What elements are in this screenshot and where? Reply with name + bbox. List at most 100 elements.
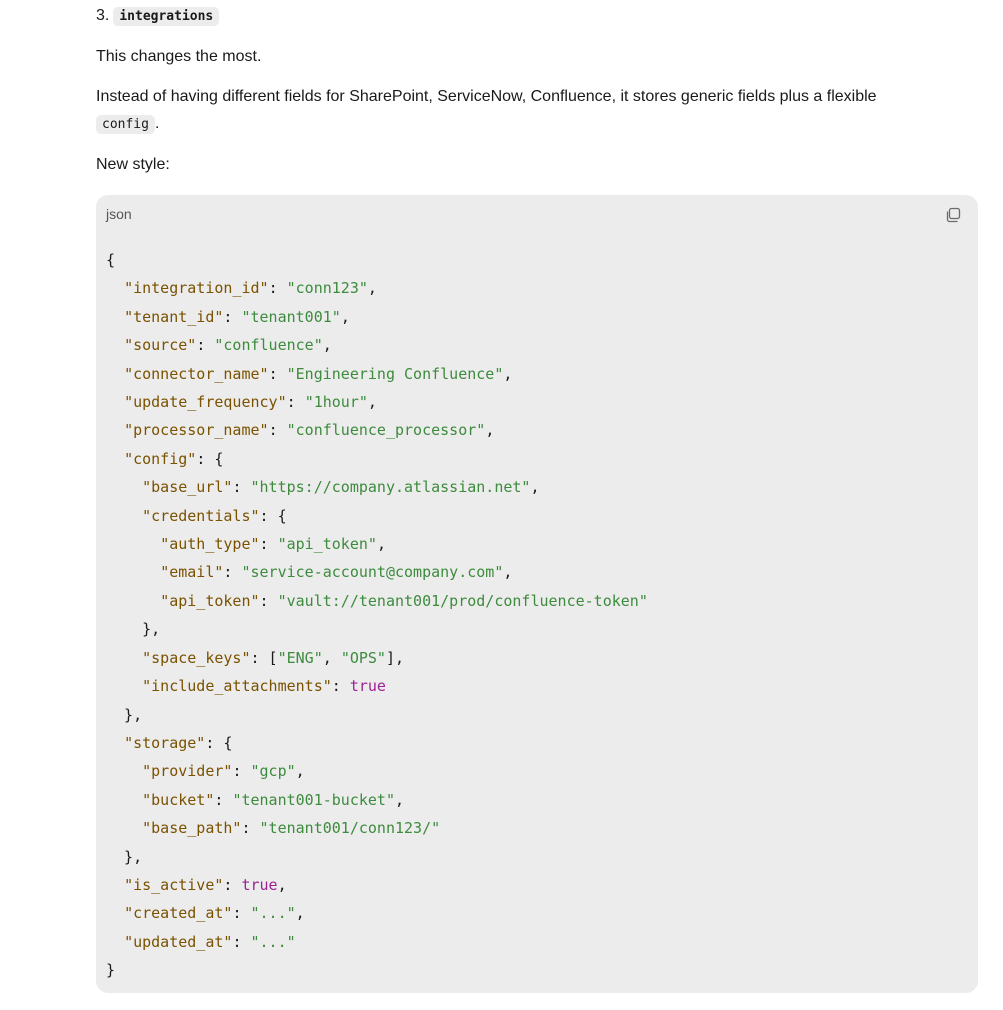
code-line: "space_keys": ["ENG", "OPS"], — [106, 644, 648, 672]
code-string-token: "tenant001" — [241, 307, 341, 326]
code-key-token: "base_url" — [142, 478, 233, 497]
code-key-token: "include_attachments" — [142, 677, 332, 696]
code-punctuation-token: : — [268, 279, 287, 298]
code-line: "tenant_id": "tenant001", — [106, 303, 648, 331]
code-content: { "integration_id": "conn123", "tenant_i… — [106, 246, 648, 985]
code-key-token: "bucket" — [142, 790, 215, 809]
code-line: { — [106, 246, 648, 274]
heading-inline-code: integrations — [113, 6, 220, 26]
code-punctuation-token — [106, 904, 124, 922]
code-line: "processor_name": "confluence_processor"… — [106, 416, 648, 444]
code-punctuation-token: : — [223, 875, 242, 894]
code-key-token: "base_path" — [142, 819, 242, 838]
code-line: "is_active": true, — [106, 871, 648, 899]
code-line: "provider": "gcp", — [106, 757, 648, 785]
code-key-token: "provider" — [142, 762, 233, 781]
code-key-token: "processor_name" — [124, 421, 269, 440]
code-punctuation-token — [106, 365, 124, 383]
code-key-token: "auth_type" — [160, 535, 260, 554]
code-punctuation-token — [106, 791, 142, 809]
code-string-token: "conn123" — [286, 279, 368, 298]
code-punctuation-token: }, — [106, 847, 143, 866]
code-punctuation-token: } — [106, 961, 116, 980]
code-punctuation-token — [106, 478, 142, 496]
code-string-token: "tenant001/conn123/" — [259, 819, 441, 838]
code-line: "base_path": "tenant001/conn123/" — [106, 814, 648, 842]
code-string-token: "vault://tenant001/prod/confluence-token… — [277, 591, 648, 610]
code-punctuation-token: , — [395, 790, 405, 809]
code-punctuation-token: : — [196, 336, 215, 355]
code-punctuation-token — [106, 734, 124, 752]
code-line: "auth_type": "api_token", — [106, 530, 648, 558]
code-punctuation-token: , — [485, 421, 495, 440]
code-punctuation-token: : — [214, 790, 233, 809]
code-punctuation-token: { — [106, 251, 116, 269]
description-paragraph-continued: config. — [96, 110, 159, 138]
code-punctuation-token: : — [259, 535, 278, 554]
code-key-token: "connector_name" — [124, 364, 269, 383]
copy-code-button[interactable] — [944, 206, 962, 224]
code-punctuation-token — [106, 507, 142, 525]
code-block: json { "integration_id": "conn123", "ten… — [96, 195, 978, 993]
code-string-token: "..." — [250, 904, 296, 923]
code-punctuation-token: , — [340, 307, 350, 326]
code-punctuation-token — [106, 933, 124, 951]
code-line: "created_at": "...", — [106, 899, 648, 927]
code-string-token: "gcp" — [250, 762, 296, 781]
code-string-token: "OPS" — [340, 648, 386, 667]
code-string-token: "https://company.atlassian.net" — [250, 478, 531, 497]
code-key-token: "created_at" — [124, 904, 233, 923]
code-line: "email": "service-account@company.com", — [106, 558, 648, 586]
code-punctuation-token: : — [223, 563, 242, 582]
code-string-token: "Engineering Confluence" — [286, 364, 504, 383]
code-key-token: "update_frequency" — [124, 393, 287, 412]
copy-icon — [946, 207, 961, 223]
code-line: "source": "confluence", — [106, 331, 648, 359]
code-punctuation-token: , — [322, 648, 341, 667]
code-punctuation-token: : { — [259, 506, 287, 525]
code-punctuation-token: : — [259, 591, 278, 610]
code-punctuation-token: : { — [205, 733, 233, 752]
code-punctuation-token: , — [376, 535, 386, 554]
code-line: }, — [106, 615, 648, 643]
code-key-token: "credentials" — [142, 506, 260, 525]
code-punctuation-token: : — [241, 819, 260, 838]
code-punctuation-token — [106, 393, 124, 411]
code-punctuation-token: , — [295, 762, 305, 781]
code-string-token: "1hour" — [304, 393, 368, 412]
code-punctuation-token: : — [331, 677, 350, 696]
code-punctuation-token: , — [530, 478, 540, 497]
code-string-token: "service-account@company.com" — [241, 563, 504, 582]
code-punctuation-token: , — [322, 336, 332, 355]
code-punctuation-token — [106, 421, 124, 439]
code-key-token: "email" — [160, 563, 224, 582]
code-line: "integration_id": "conn123", — [106, 274, 648, 302]
code-string-token: "ENG" — [277, 648, 323, 667]
code-line: "api_token": "vault://tenant001/prod/con… — [106, 587, 648, 615]
code-punctuation-token: : { — [196, 449, 224, 468]
code-punctuation-token: ], — [385, 648, 405, 667]
code-punctuation-token: : [ — [250, 648, 278, 667]
code-key-token: "updated_at" — [124, 932, 233, 951]
code-punctuation-token — [106, 563, 160, 581]
code-punctuation-token — [106, 762, 142, 780]
code-punctuation-token: }, — [106, 620, 161, 639]
code-punctuation-token: }, — [106, 705, 143, 724]
code-line: }, — [106, 701, 648, 729]
code-punctuation-token — [106, 450, 124, 468]
code-punctuation-token: , — [367, 279, 377, 298]
code-punctuation-token — [106, 819, 142, 837]
list-number: 3. — [96, 7, 110, 24]
code-punctuation-token — [106, 308, 124, 326]
code-key-token: "space_keys" — [142, 648, 251, 667]
code-string-token: "confluence" — [214, 336, 323, 355]
code-punctuation-token: , — [277, 875, 287, 894]
code-line: "credentials": { — [106, 502, 648, 530]
code-line: "storage": { — [106, 729, 648, 757]
code-punctuation-token: : — [232, 762, 251, 781]
section-heading: 3. integrations — [96, 5, 220, 27]
code-key-token: "is_active" — [124, 875, 224, 894]
config-inline-code: config — [96, 115, 155, 134]
code-punctuation-token: : — [232, 904, 251, 923]
code-key-token: "source" — [124, 336, 197, 355]
